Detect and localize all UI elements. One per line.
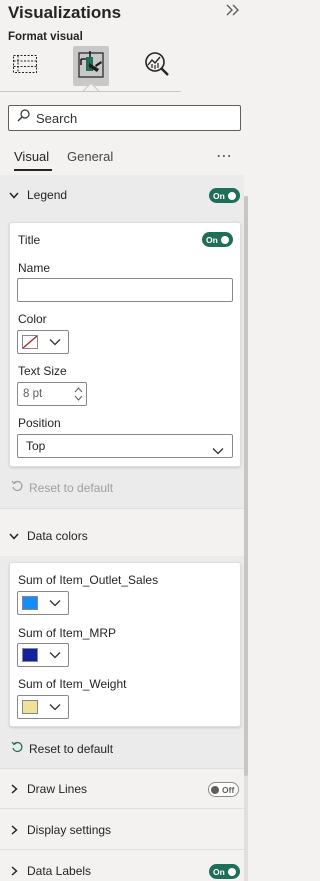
legend-label: Legend	[27, 188, 68, 202]
name-label: Name	[18, 261, 51, 275]
data-colors-reset-button[interactable]: Reset to default	[11, 741, 113, 756]
position-label: Position	[18, 416, 61, 430]
chevron-down-icon	[49, 594, 61, 612]
display-settings-label: Display settings	[27, 823, 112, 837]
outlet-sales-color-picker[interactable]	[17, 591, 69, 615]
analytics-icon	[143, 50, 171, 83]
series-label-mrp: Sum of Item_MRP	[18, 626, 117, 640]
pane-title: Visualizations	[8, 3, 122, 22]
legend-reset-label: Reset to default	[29, 480, 114, 495]
reset-icon	[11, 741, 23, 756]
search-input[interactable]: Search	[8, 105, 241, 131]
series-label-outlet-sales: Sum of Item_Outlet_Sales	[18, 573, 159, 587]
toggle-knob	[211, 785, 219, 794]
tab-general[interactable]: General	[67, 149, 113, 164]
data-colors-reset-label: Reset to default	[29, 741, 114, 756]
toggle-knob	[220, 235, 229, 244]
search-placeholder: Search	[36, 110, 78, 126]
data-labels-section-header[interactable]: Data Labels	[0, 851, 244, 881]
section-divider	[0, 508, 244, 509]
position-value: Top	[26, 439, 46, 453]
reset-icon	[11, 480, 23, 495]
toggle-knob	[227, 867, 236, 876]
chevron-right-icon	[9, 784, 19, 794]
chevron-down-icon	[9, 190, 19, 200]
data-colors-label: Data colors	[27, 529, 88, 543]
no-color-swatch	[22, 335, 38, 349]
chevron-down-icon	[49, 646, 61, 664]
chevron-down-icon	[49, 333, 61, 351]
more-options-button[interactable]: ⋯	[216, 146, 233, 166]
position-dropdown[interactable]: Top	[17, 434, 233, 458]
color-swatch	[22, 596, 38, 610]
legend-color-picker[interactable]	[17, 330, 69, 354]
draw-lines-toggle-text: Off	[222, 784, 235, 795]
legend-toggle[interactable]: On	[209, 188, 240, 203]
format-visual-icon	[77, 49, 105, 84]
color-swatch	[22, 700, 38, 714]
tab-visual[interactable]: Visual	[14, 149, 49, 164]
toolbar-divider	[0, 91, 181, 92]
scrollbar-thumb[interactable]	[244, 196, 248, 776]
draw-lines-label: Draw Lines	[27, 782, 88, 796]
data-colors-section-header[interactable]: Data colors	[0, 516, 244, 556]
text-size-stepper[interactable]: 8 pt	[17, 382, 87, 406]
series-label-weight: Sum of Item_Weight	[18, 677, 127, 691]
legend-reset-button[interactable]: Reset to default	[11, 480, 113, 495]
build-visual-button[interactable]	[7, 46, 43, 86]
color-label: Color	[18, 312, 47, 326]
color-swatch	[22, 648, 38, 662]
chevron-right-icon	[9, 866, 19, 876]
toggle-knob	[227, 191, 236, 200]
build-visual-icon	[12, 51, 38, 82]
tab-visual-underline	[14, 169, 52, 171]
format-visual-heading: Format visual	[8, 31, 83, 43]
display-settings-section-header[interactable]: Display settings	[0, 810, 244, 850]
name-input[interactable]	[17, 278, 233, 302]
text-size-label: Text Size	[18, 364, 67, 378]
stepper-arrows-icon[interactable]	[74, 385, 83, 408]
legend-section-header[interactable]: Legend	[0, 175, 244, 215]
title-toggle[interactable]: On	[202, 232, 233, 247]
chevron-down-icon	[212, 442, 224, 460]
section-divider	[0, 849, 244, 850]
data-labels-toggle-text: On	[213, 866, 225, 877]
title-label: Title	[18, 233, 41, 247]
draw-lines-toggle[interactable]: Off	[208, 782, 239, 797]
weight-color-picker[interactable]	[17, 695, 69, 719]
chevron-right-icon	[9, 825, 19, 835]
chevron-down-icon	[9, 531, 19, 541]
mrp-color-picker[interactable]	[17, 643, 69, 667]
analytics-button[interactable]	[139, 46, 175, 86]
section-divider	[0, 808, 244, 809]
search-icon	[17, 109, 30, 127]
text-size-value: 8 pt	[23, 388, 43, 400]
format-visual-button[interactable]	[73, 46, 109, 86]
data-labels-toggle[interactable]: On	[209, 864, 240, 879]
title-toggle-text: On	[206, 234, 218, 245]
chevron-down-icon	[49, 698, 61, 716]
double-chevron-right-icon[interactable]	[225, 3, 241, 22]
legend-toggle-text: On	[213, 190, 225, 201]
data-labels-label: Data Labels	[27, 864, 92, 878]
